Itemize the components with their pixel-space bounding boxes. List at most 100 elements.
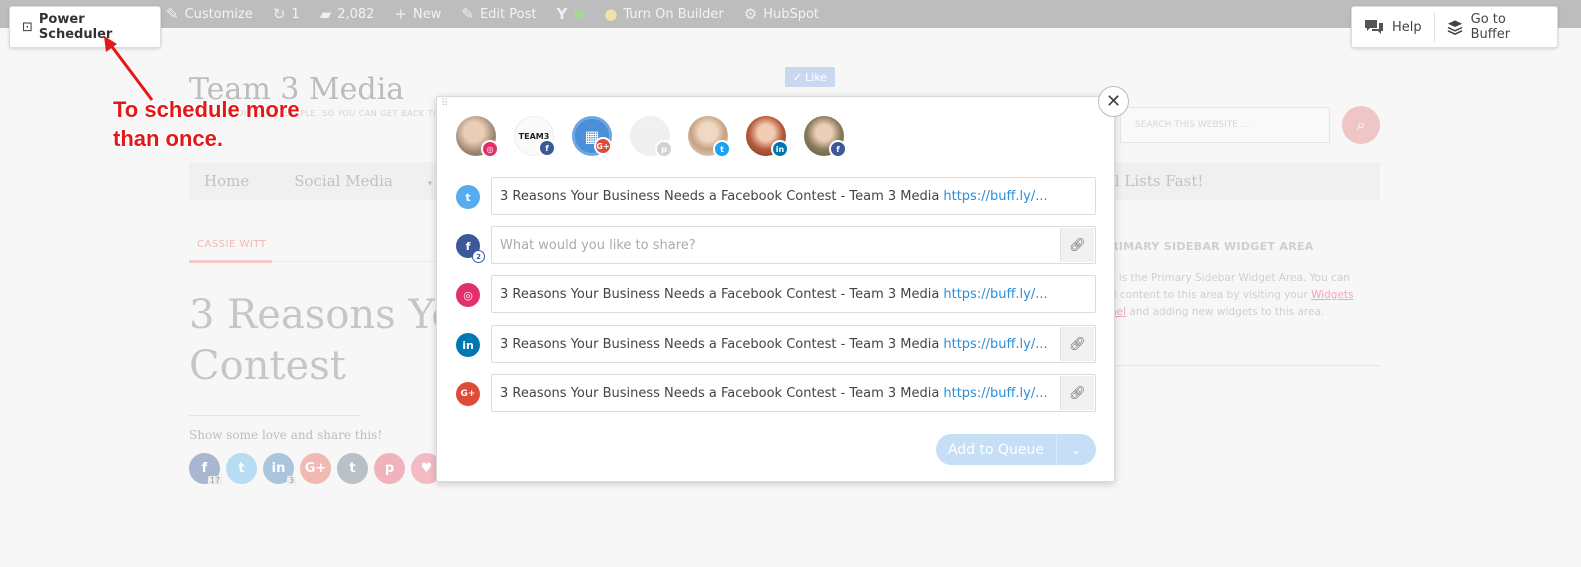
google-plus-message-input[interactable]: 3 Reasons Your Business Needs a Facebook…: [491, 374, 1096, 412]
link-icon: 🔗︎: [1069, 385, 1086, 401]
buffer-layers-icon: [1447, 19, 1463, 35]
linkedin-icon: in: [771, 140, 789, 158]
share-label: Show some love and share this!: [189, 428, 383, 442]
google-plus-icon: G+: [304, 461, 327, 476]
profile-avatar-facebook-page[interactable]: TEAM3 f: [514, 116, 556, 157]
facebook-icon: f: [538, 139, 556, 157]
close-icon: ✕: [1105, 91, 1122, 112]
builder-link[interactable]: ● Turn On Builder: [604, 5, 723, 23]
attach-link-button[interactable]: 🔗︎: [1060, 327, 1094, 361]
schedule-options-dropdown[interactable]: ⌄: [1057, 443, 1095, 457]
builder-icon: ●: [604, 5, 618, 23]
pinterest-icon: p: [655, 140, 673, 158]
comment-icon: ▰: [319, 5, 332, 23]
chat-bubbles-icon: [1365, 20, 1383, 34]
add-to-queue-button[interactable]: Add to Queue: [936, 442, 1056, 458]
share-pinterest-button[interactable]: p: [374, 453, 405, 484]
sidebar-divider: [1110, 365, 1380, 366]
linkedin-icon: in: [271, 461, 286, 476]
attach-link-button[interactable]: 🔗︎: [1060, 228, 1094, 262]
comments-link[interactable]: ▰ 2,082: [320, 5, 375, 23]
site-search-button[interactable]: ⌕: [1342, 106, 1380, 144]
twitter-icon: t: [713, 140, 731, 158]
post-author[interactable]: CASSIE WITT: [197, 239, 266, 250]
nav-item-home[interactable]: Home: [204, 172, 249, 190]
share-facebook-button[interactable]: f 17: [189, 453, 222, 485]
pencil-icon: ✎: [461, 5, 474, 23]
profile-avatar-twitter[interactable]: t: [688, 116, 731, 158]
shortened-link[interactable]: https://buff.ly/...: [943, 287, 1047, 302]
plus-icon: +: [394, 5, 408, 23]
annotation-text: To schedule more than once.: [113, 97, 300, 151]
site-search-input[interactable]: SEARCH THIS WEBSITE ...: [1120, 107, 1330, 143]
link-icon: 🔗︎: [1069, 336, 1086, 352]
profile-avatar-pinterest[interactable]: p: [630, 116, 673, 158]
profile-selector: ◎ TEAM3 f ▦ G+ p t in f: [456, 116, 847, 158]
yoast-seo-link[interactable]: Y: [556, 5, 585, 23]
shortened-link[interactable]: https://buff.ly/...: [943, 386, 1047, 401]
facebook-icon: f: [829, 140, 847, 158]
facebook-icon: f: [201, 461, 208, 476]
google-plus-icon: G+: [594, 137, 612, 155]
buffer-composer-modal: ⠿ ◎ TEAM3 f ▦ G+ p t in f t 3 Reasons Yo…: [436, 96, 1115, 482]
share-icons: f 17 t in 3 G+ t p ♥: [189, 453, 442, 485]
composer-row-linkedin: in 3 Reasons Your Business Needs a Faceb…: [456, 325, 1096, 365]
pocket-icon: ♥: [420, 461, 433, 476]
new-content-link[interactable]: + New: [394, 5, 441, 23]
sidebar-heading: RIMARY SIDEBAR WIDGET AREA: [1110, 240, 1314, 253]
composer-row-facebook: f2 What would you like to share? 🔗︎: [456, 226, 1096, 266]
twitter-icon: t: [456, 185, 480, 209]
share-linkedin-button[interactable]: in 3: [263, 453, 296, 485]
chevron-down-icon: ⌄: [1070, 442, 1082, 457]
hubspot-link[interactable]: ⚙ HubSpot: [744, 5, 819, 23]
twitter-message-input[interactable]: 3 Reasons Your Business Needs a Facebook…: [491, 177, 1096, 215]
post-title: 3 Reasons Yo Contest: [189, 292, 456, 389]
tumblr-icon: t: [349, 461, 356, 476]
google-plus-icon: G+: [456, 382, 480, 406]
close-composer-button[interactable]: ✕: [1098, 86, 1129, 117]
share-twitter-button[interactable]: t: [226, 453, 257, 484]
linkedin-message-input[interactable]: 3 Reasons Your Business Needs a Facebook…: [491, 325, 1096, 363]
share-google-plus-button[interactable]: G+: [300, 453, 331, 484]
composer-row-google-plus: G+ 3 Reasons Your Business Needs a Faceb…: [456, 374, 1096, 414]
facebook-message-input[interactable]: What would you like to share? 🔗︎: [491, 226, 1096, 264]
profile-avatar-google-plus[interactable]: ▦ G+: [572, 116, 612, 156]
help-button[interactable]: Help: [1352, 7, 1434, 47]
share-divider: [189, 415, 361, 416]
profile-avatar-facebook[interactable]: f: [804, 116, 847, 158]
sidebar-text: s is the Primary Sidebar Widget Area. Yo…: [1110, 272, 1354, 318]
refresh-icon: ↻: [272, 5, 286, 23]
instagram-icon: ◎: [481, 140, 499, 158]
linkedin-icon: in: [456, 333, 480, 357]
yoast-icon: Y: [556, 5, 568, 23]
shortened-link[interactable]: https://buff.ly/...: [943, 337, 1047, 352]
profile-avatar-linkedin[interactable]: in: [746, 116, 789, 158]
search-icon: ⌕: [1356, 115, 1366, 134]
pinterest-icon: p: [384, 461, 395, 476]
twitter-icon: t: [238, 461, 245, 476]
profile-avatar-instagram[interactable]: ◎: [456, 116, 499, 158]
add-to-queue-button-group: Add to Queue ⌄: [936, 434, 1096, 465]
nav-item-lists[interactable]: il Lists Fast!: [1110, 172, 1203, 190]
composer-row-twitter: t 3 Reasons Your Business Needs a Facebo…: [456, 177, 1096, 217]
widgets-link[interactable]: Widgets: [1311, 289, 1353, 301]
seo-status-dot: [573, 8, 585, 20]
drag-handle-icon[interactable]: ⠿: [441, 99, 448, 109]
hubspot-icon: ⚙: [743, 5, 758, 23]
shortened-link[interactable]: https://buff.ly/...: [943, 189, 1047, 204]
instagram-icon: ◎: [456, 283, 480, 307]
instagram-message-input[interactable]: 3 Reasons Your Business Needs a Facebook…: [491, 275, 1096, 313]
go-to-buffer-button[interactable]: Go to Buffer: [1435, 7, 1557, 47]
attach-link-button[interactable]: 🔗︎: [1060, 376, 1094, 410]
updates-link[interactable]: ↻ 1: [273, 5, 300, 23]
like-button[interactable]: ✓ Like: [785, 67, 835, 87]
link-icon: 🔗︎: [1069, 237, 1086, 253]
buffer-top-controls: Help Go to Buffer: [1351, 6, 1558, 48]
facebook-icon: f2: [456, 234, 485, 263]
share-tumblr-button[interactable]: t: [337, 453, 368, 484]
edit-post-link[interactable]: ✎ Edit Post: [461, 5, 536, 23]
author-underline: [189, 260, 272, 263]
nav-item-social-media[interactable]: Social Media ▾: [279, 172, 447, 190]
composer-row-instagram: ◎ 3 Reasons Your Business Needs a Facebo…: [456, 275, 1096, 315]
caret-down-icon: ▾: [427, 179, 433, 189]
